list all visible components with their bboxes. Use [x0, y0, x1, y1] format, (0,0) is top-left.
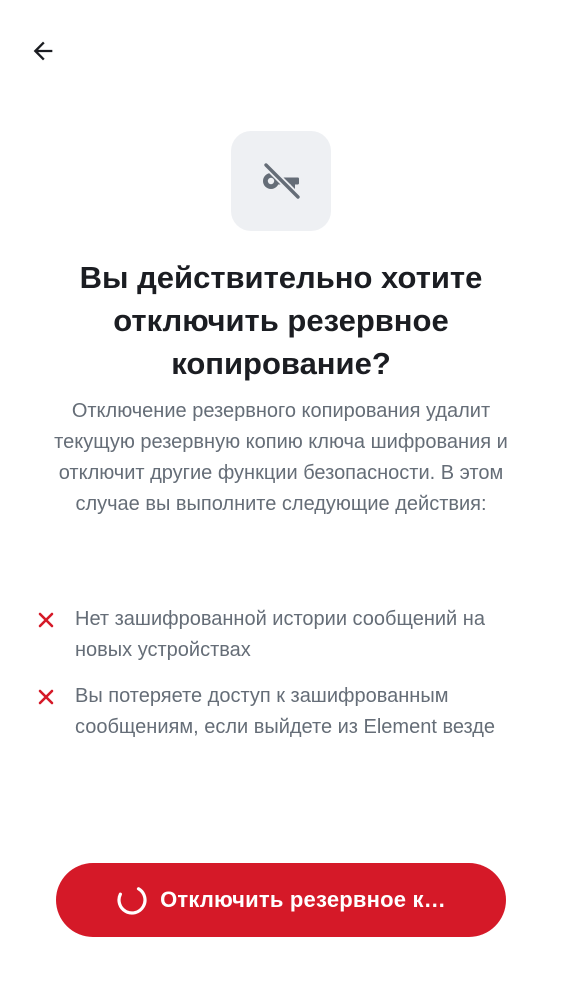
disable-backup-button-label: Отключить резервное к… — [160, 887, 446, 912]
consequence-list: Нет зашифрованной истории сообщений на н… — [36, 604, 526, 758]
consequence-text: Нет зашифрованной истории сообщений на н… — [75, 608, 485, 661]
hero-icon-container — [231, 131, 331, 231]
arrow-left-icon — [33, 41, 53, 61]
disable-backup-screen: Вы действительно хотите отключить резерв… — [0, 0, 562, 1000]
key-off-icon — [262, 161, 302, 201]
page-title: Вы действительно хотите отключить резерв… — [79, 260, 483, 381]
close-icon — [38, 689, 54, 705]
list-item: Нет зашифрованной истории сообщений на н… — [36, 604, 526, 666]
close-icon — [38, 612, 54, 628]
consequence-text: Вы потеряете доступ к зашифрованным сооб… — [75, 685, 496, 738]
spinner-icon — [117, 885, 147, 915]
list-item: Вы потеряете доступ к зашифрованным сооб… — [36, 681, 526, 743]
back-button[interactable] — [24, 32, 62, 70]
disable-backup-button[interactable]: Отключить резервное к… — [56, 863, 506, 937]
description-text: Отключение резервного копирования удалит… — [54, 400, 508, 515]
